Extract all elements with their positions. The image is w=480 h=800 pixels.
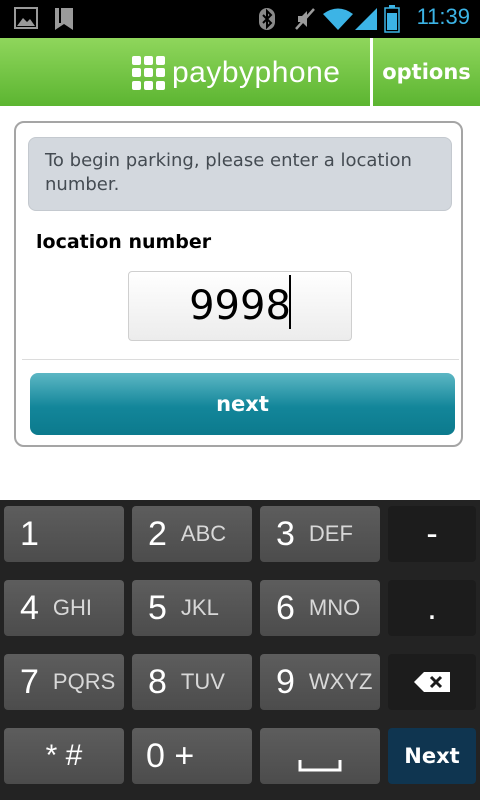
key-9[interactable]: 9 WXYZ: [260, 654, 380, 710]
key-5[interactable]: 5 JKL: [132, 580, 252, 636]
location-number-input[interactable]: [128, 271, 352, 341]
key-digit: 1: [20, 514, 39, 553]
key-letters: JKL: [180, 595, 219, 620]
image-icon: [14, 7, 38, 29]
key-symbol: * #: [45, 739, 83, 772]
key-symbol: .: [427, 588, 437, 627]
location-number-label: location number: [36, 231, 212, 253]
key-backspace[interactable]: [388, 654, 476, 710]
key-6[interactable]: 6 MNO: [260, 580, 380, 636]
key-star-hash[interactable]: * #: [4, 728, 124, 784]
key-period[interactable]: .: [388, 580, 476, 636]
sd-card-icon: [55, 8, 73, 30]
key-0[interactable]: 0 +: [132, 728, 252, 784]
signal-icon: [355, 8, 377, 30]
key-4[interactable]: 4 GHI: [4, 580, 124, 636]
key-symbol: 0 +: [146, 736, 195, 775]
clock: 11:39: [416, 4, 470, 29]
key-digit: 2: [148, 514, 167, 553]
key-digit: 3: [276, 514, 295, 553]
paybyphone-logo: paybyphone: [132, 56, 340, 90]
options-button[interactable]: options: [373, 38, 480, 106]
logo-grid-icon: [132, 56, 166, 90]
numeric-keyboard: 1 2 ABC 3 DEF - 4 GHI 5 JKL 6 MNO . 7 PQ…: [0, 500, 480, 800]
app-header: paybyphone options: [0, 38, 480, 106]
card-divider: [22, 359, 459, 360]
backspace-icon: [414, 672, 450, 692]
key-dash[interactable]: -: [388, 506, 476, 562]
key-1[interactable]: 1: [4, 506, 124, 562]
key-symbol: -: [426, 514, 438, 553]
key-digit: 9: [276, 662, 295, 701]
location-card: To begin parking, please enter a locatio…: [14, 121, 463, 447]
wifi-icon: [323, 8, 353, 30]
key-8[interactable]: 8 TUV: [132, 654, 252, 710]
key-letters: PQRS: [52, 669, 116, 694]
key-digit: 4: [20, 588, 39, 627]
instruction-box: To begin parking, please enter a locatio…: [28, 137, 452, 211]
key-letters: GHI: [52, 595, 93, 620]
key-space[interactable]: [260, 728, 380, 784]
next-button[interactable]: next: [30, 373, 455, 435]
key-letters: TUV: [180, 669, 225, 694]
status-bar: 11:39: [0, 0, 480, 38]
key-digit: 8: [148, 662, 167, 701]
battery-icon: [384, 5, 400, 33]
key-digit: 6: [276, 588, 295, 627]
key-letters: WXYZ: [308, 669, 373, 694]
bluetooth-icon: [259, 8, 275, 30]
key-next[interactable]: Next: [388, 728, 476, 784]
text-cursor: [289, 275, 291, 329]
mute-icon: [295, 8, 315, 30]
logo-text: paybyphone: [172, 56, 341, 89]
key-digit: 7: [20, 662, 39, 701]
key-digit: 5: [148, 588, 167, 627]
key-3[interactable]: 3 DEF: [260, 506, 380, 562]
key-letters: MNO: [308, 595, 361, 620]
key-7[interactable]: 7 PQRS: [4, 654, 124, 710]
key-letters: ABC: [180, 521, 227, 546]
key-next-label: Next: [404, 744, 460, 768]
key-letters: DEF: [308, 521, 353, 546]
key-2[interactable]: 2 ABC: [132, 506, 252, 562]
space-icon: [298, 760, 342, 772]
